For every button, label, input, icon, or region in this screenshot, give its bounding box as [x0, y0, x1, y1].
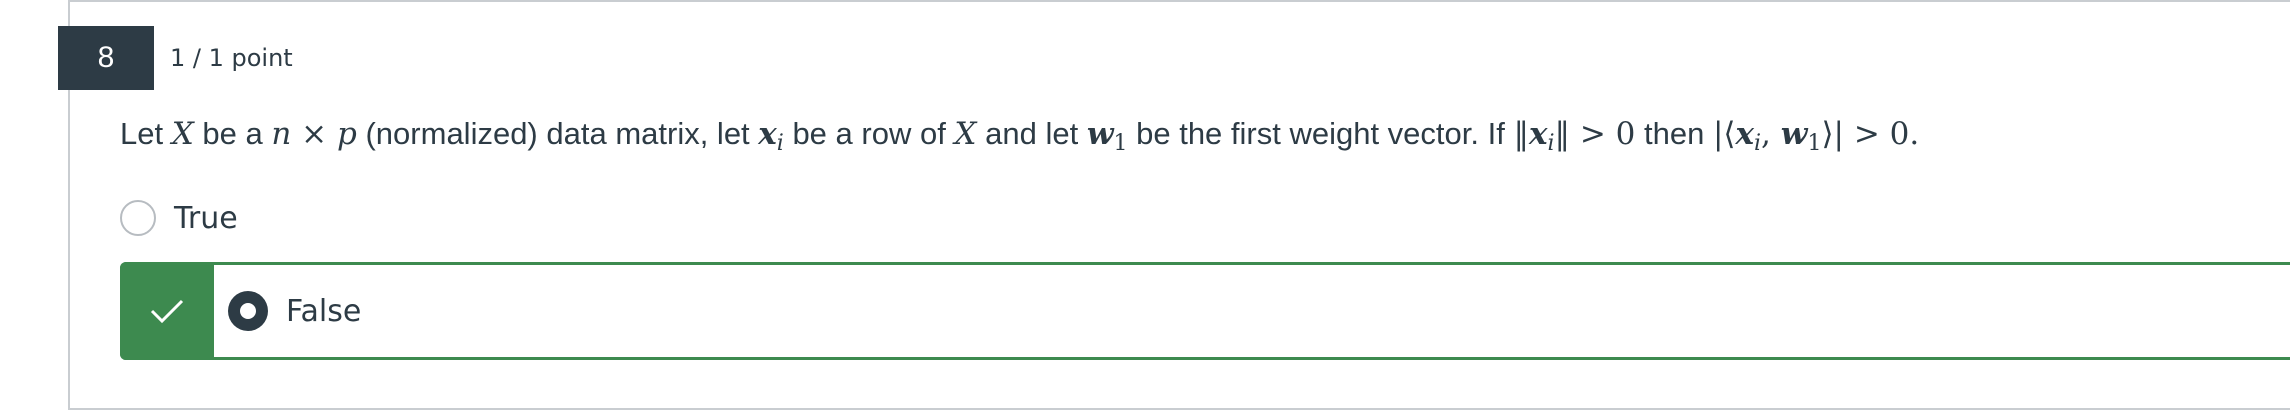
answer-option-false-correct[interactable]: False [120, 262, 2290, 360]
math-w-vector: w [1086, 116, 1114, 152]
answer-label-false: False [286, 293, 362, 329]
prompt-text: be a row of [783, 116, 955, 151]
math-norm-close: ‖ [1554, 116, 1571, 152]
math-times: × [291, 116, 338, 152]
question-number-badge: 8 [58, 26, 154, 90]
math-X: X [954, 116, 977, 152]
answer-option-true[interactable]: True [120, 196, 238, 240]
math-subscript-1: 1 [1113, 131, 1128, 156]
math-abs-open: |⟨ [1712, 116, 1736, 152]
prompt-text: (normalized) data matrix, let [356, 116, 759, 151]
prompt-text: Let [120, 116, 172, 151]
checkmark-icon [150, 299, 184, 324]
answer-label-true: True [174, 200, 238, 236]
math-abs-close: ⟩| [1821, 116, 1844, 152]
math-X: X [171, 116, 194, 152]
radio-selected-icon[interactable] [228, 291, 268, 331]
prompt-text: then [1635, 116, 1713, 151]
question-prompt: Let X be a n × p (normalized) data matri… [120, 112, 2250, 166]
math-subscript-i: i [1754, 131, 1762, 156]
points-label: 1 / 1 point [170, 44, 293, 72]
math-subscript-1: 1 [1807, 131, 1822, 156]
correct-indicator [120, 262, 214, 360]
math-norm-open: ‖ [1513, 116, 1529, 152]
math-x-vector: x [1735, 116, 1754, 152]
math-x-vector: x [1528, 116, 1548, 152]
radio-unselected-icon[interactable] [120, 200, 156, 236]
math-w-vector: w [1780, 116, 1808, 152]
math-subscript-i: i [776, 131, 784, 156]
prompt-text: be the first weight vector. If [1127, 116, 1514, 151]
math-p: p [337, 116, 357, 152]
math-n: n [271, 116, 292, 152]
question-number: 8 [97, 41, 115, 74]
prompt-text: and let [976, 116, 1087, 151]
math-greater-than-zero: > 0 [1570, 116, 1636, 152]
math-x-vector: x [758, 116, 777, 152]
math-greater-than-zero: > 0. [1844, 116, 1920, 152]
math-comma: , [1761, 116, 1781, 152]
math-subscript-i: i [1547, 131, 1555, 156]
prompt-text: be a [193, 116, 272, 151]
